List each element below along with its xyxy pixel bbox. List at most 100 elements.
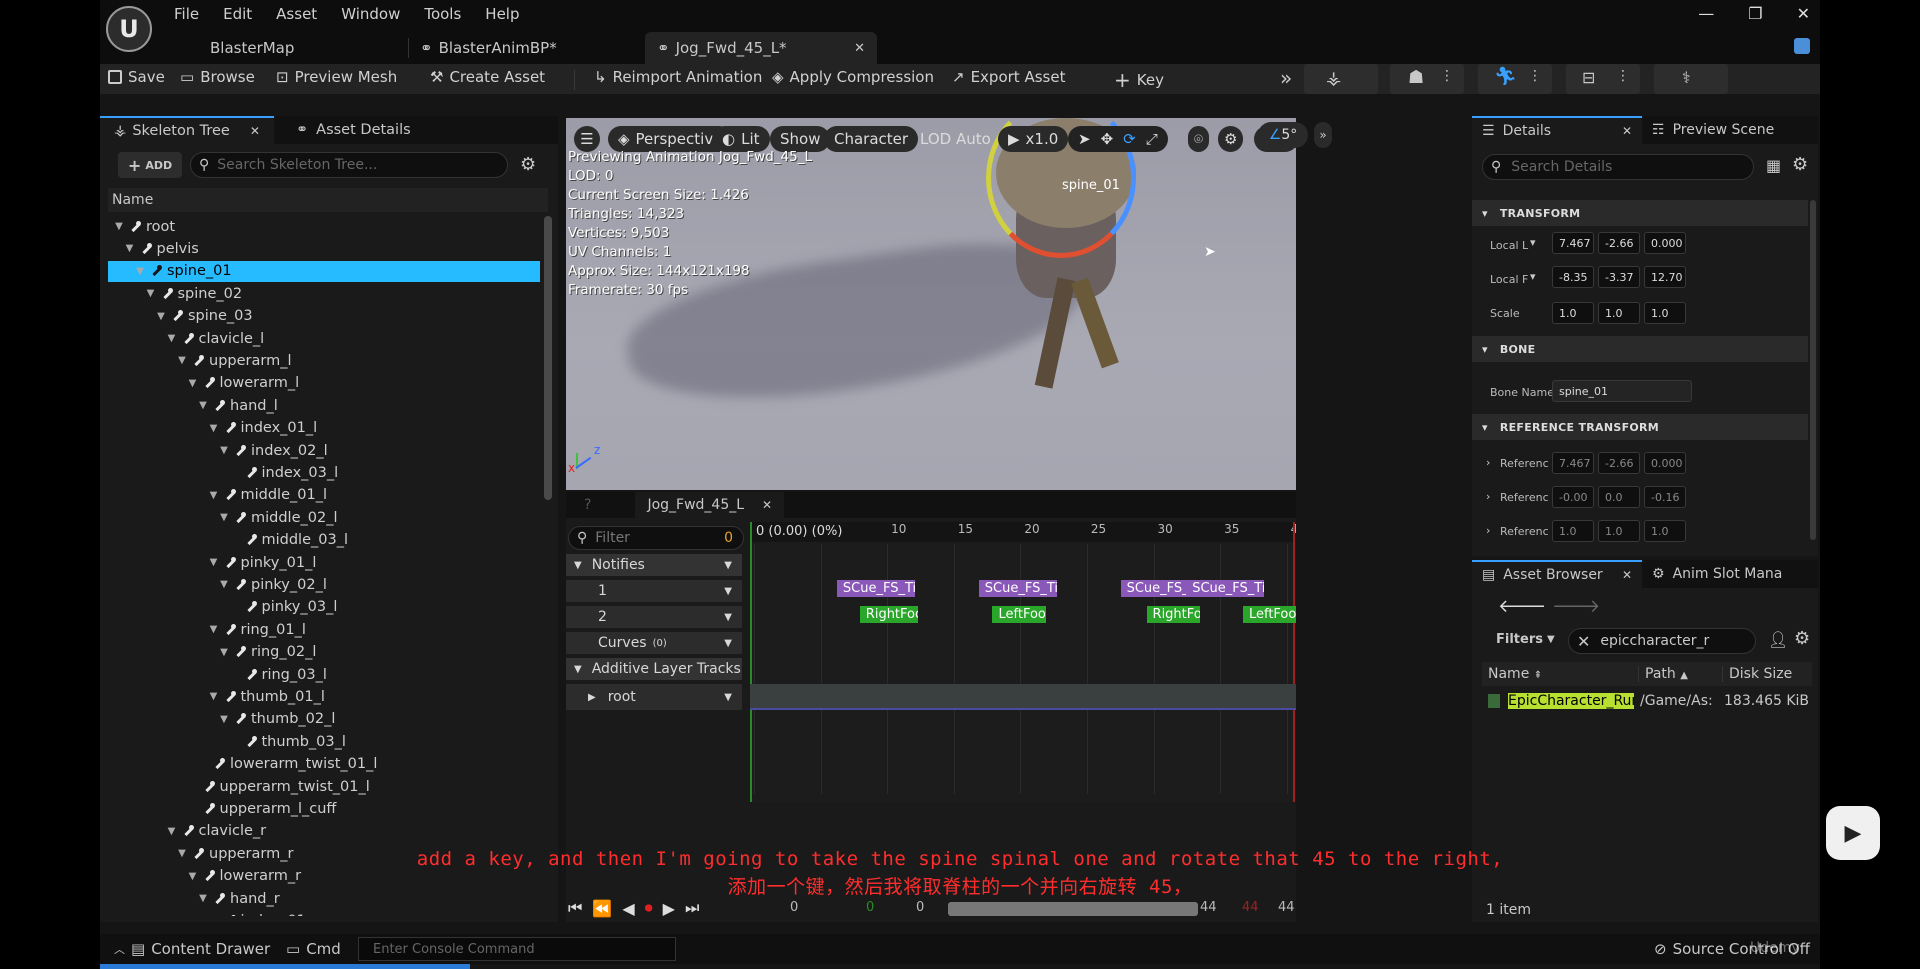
total-frames[interactable]: 44 xyxy=(1278,900,1295,915)
reimport-animation-button[interactable]: ↳ Reimport Animation xyxy=(594,68,762,86)
footstep-notify[interactable]: RightFoo xyxy=(1146,606,1200,623)
minimize-icon[interactable]: — xyxy=(1698,4,1714,23)
expand-toggle-icon[interactable]: ▼ xyxy=(217,714,231,725)
expand-icon[interactable]: › xyxy=(1486,524,1490,537)
scale-x-field[interactable]: 1.0 xyxy=(1552,302,1594,324)
expand-toggle-icon[interactable]: ▼ xyxy=(186,378,200,389)
asset-search-field[interactable]: ✕ epiccharacter_r xyxy=(1568,628,1756,654)
cmd-button[interactable]: ▭ Cmd xyxy=(286,940,341,958)
skeleton-mode-button[interactable]: ⚶ xyxy=(1304,64,1378,94)
expand-toggle-icon[interactable]: ▼ xyxy=(217,647,231,658)
expand-toggle-icon[interactable]: ▼ xyxy=(154,311,168,322)
tab-jog-fwd-45-l[interactable]: ⚭ Jog_Fwd_45_L* ✕ xyxy=(645,32,877,64)
tree-scrollbar[interactable] xyxy=(544,216,552,500)
content-drawer-button[interactable]: ︿ ▤ Content Drawer xyxy=(114,940,270,958)
expand-toggle-icon[interactable]: ▼ xyxy=(207,490,221,501)
notify-track-2[interactable]: 2 ▼ xyxy=(566,606,742,628)
scale-icon[interactable]: ⤢ xyxy=(1146,130,1158,148)
expand-icon[interactable]: › xyxy=(1486,456,1490,469)
sound-notify[interactable]: SCue_FS_Tile xyxy=(978,580,1057,597)
details-scrollbar[interactable] xyxy=(1810,200,1816,540)
root-track[interactable]: ▶ root ▼ xyxy=(566,684,742,710)
location-dropdown-icon[interactable]: ▾ xyxy=(1530,236,1536,249)
expand-toggle-icon[interactable]: ▼ xyxy=(123,243,137,254)
asset-row[interactable]: EpicCharacter_Run /Game/As: 183.465 KiB xyxy=(1482,690,1812,712)
playback-start-frame[interactable]: 0 xyxy=(866,900,874,915)
translate-icon[interactable]: ✥ xyxy=(1101,130,1114,148)
scale-z-field[interactable]: 1.0 xyxy=(1644,302,1686,324)
rotate-icon[interactable]: ⟳ xyxy=(1123,130,1136,148)
bone-row-middle-01-l[interactable]: ▼ middle_01_l xyxy=(108,485,540,506)
footstep-notify[interactable]: LeftFoo xyxy=(992,606,1046,623)
menu-item-window[interactable]: Window xyxy=(329,5,412,23)
tab-blaster-anim-bp[interactable]: ⚭ BlasterAnimBP* xyxy=(420,32,620,64)
animation-mode-button[interactable]: 🏃︎ ⋮ xyxy=(1478,64,1552,94)
transform-section-header[interactable]: ▾ TRANSFORM xyxy=(1472,200,1808,226)
disk-size-column-header[interactable]: Disk Size xyxy=(1722,666,1812,682)
view-end-frame[interactable]: 44 xyxy=(1200,900,1217,915)
menu-item-tools[interactable]: Tools xyxy=(412,5,473,23)
source-control-status-icon[interactable] xyxy=(1794,38,1810,54)
skip-to-end-icon[interactable]: ⏭ xyxy=(685,898,699,918)
bone-row-ring-01-l[interactable]: ▼ ring_01_l xyxy=(108,619,540,640)
current-frame[interactable]: 0 xyxy=(916,900,924,915)
clear-search-icon[interactable]: ✕ xyxy=(1577,632,1590,651)
rotation-z-field[interactable]: 12.70 xyxy=(1644,266,1686,288)
location-x-field[interactable]: 7.467 xyxy=(1552,232,1594,254)
bone-row-thumb-02-l[interactable]: ▼ thumb_02_l xyxy=(108,709,540,730)
menu-item-asset[interactable]: Asset xyxy=(264,5,329,23)
sound-notify[interactable]: SCue_FS_Tile xyxy=(1186,580,1265,597)
physics-mode-button[interactable]: ⚕ xyxy=(1654,64,1728,94)
unreal-logo-icon[interactable]: U xyxy=(106,6,152,52)
record-icon[interactable]: ⏺ xyxy=(645,898,653,918)
notify-track-1[interactable]: 1 ▼ xyxy=(566,580,742,602)
search-details-field[interactable]: ⚲ Search Details xyxy=(1482,154,1754,180)
menu-item-edit[interactable]: Edit xyxy=(211,5,264,23)
expand-toggle-icon[interactable]: ▼ xyxy=(207,423,221,434)
help-icon[interactable]: ? xyxy=(584,497,591,513)
close-tab-icon[interactable]: ✕ xyxy=(762,498,772,512)
playback-speed-button[interactable]: ▶ x1.0 xyxy=(998,126,1069,152)
back-arrow-icon[interactable]: 🡐 xyxy=(1498,596,1546,617)
expand-toggle-icon[interactable]: ▼ xyxy=(112,221,126,232)
angle-snap-button[interactable]: ∠ 5° xyxy=(1258,122,1308,148)
more-tools-chevron-icon[interactable]: » xyxy=(1280,66,1292,90)
bone-row-thumb-03-l[interactable]: thumb_03_l xyxy=(108,731,540,752)
mesh-mode-button[interactable]: ☗ ⋮ xyxy=(1390,64,1464,94)
character-button[interactable]: Character xyxy=(824,126,919,152)
view-start-frame[interactable]: 0 xyxy=(790,900,798,915)
playback-end-frame[interactable]: 44 xyxy=(1242,900,1259,915)
select-icon[interactable]: ➤ xyxy=(1078,130,1091,148)
bone-row-lowerarm-l[interactable]: ▼ lowerarm_l xyxy=(108,373,540,394)
bone-row-spine-01[interactable]: ▼ spine_01 xyxy=(108,260,540,282)
create-asset-button[interactable]: ⚒ Create Asset xyxy=(430,68,545,86)
dropdown-icon[interactable]: ▼ xyxy=(724,692,732,703)
viewport-overflow-chevron-icon[interactable]: » xyxy=(1314,122,1332,148)
close-tab-icon[interactable]: ✕ xyxy=(1622,568,1632,582)
bone-row-pinky-03-l[interactable]: pinky_03_l xyxy=(108,597,540,618)
expand-toggle-icon[interactable]: ▼ xyxy=(165,826,179,837)
reference-transform-header[interactable]: ▾ REFERENCE TRANSFORM xyxy=(1472,414,1808,440)
timeline-tracks-area[interactable]: 510152025303540 0 (0.00) (0%) SCue_FS_Ti… xyxy=(750,522,1296,802)
name-column-header[interactable]: Name ⇞ xyxy=(1482,666,1638,682)
table-view-icon[interactable]: ▦ xyxy=(1766,156,1781,175)
playhead-start[interactable] xyxy=(750,522,752,802)
rotation-y-field[interactable]: -3.37 xyxy=(1598,266,1640,288)
rotation-dropdown-icon[interactable]: ▾ xyxy=(1530,270,1536,283)
bone-row-ring-02-l[interactable]: ▼ ring_02_l xyxy=(108,642,540,663)
expand-toggle-icon[interactable]: ▼ xyxy=(165,333,179,344)
save-button[interactable]: Save xyxy=(108,68,165,86)
expand-toggle-icon[interactable]: ▼ xyxy=(133,266,147,277)
play-forward-icon[interactable]: ▶ xyxy=(663,899,675,918)
close-tab-icon[interactable]: ✕ xyxy=(250,124,260,138)
expand-toggle-icon[interactable]: ▼ xyxy=(144,288,158,299)
bone-row-index-01-l[interactable]: ▼ index_01_l xyxy=(108,418,540,439)
bone-row-clavicle-l[interactable]: ▼ clavicle_l xyxy=(108,328,540,349)
dropdown-icon[interactable]: ▼ xyxy=(724,586,732,597)
lod-button[interactable]: LOD Auto xyxy=(910,126,1001,152)
close-tab-icon[interactable]: ✕ xyxy=(1622,124,1632,138)
blueprint-mode-button[interactable]: ⊟ ⋮ xyxy=(1566,64,1640,94)
forward-arrow-icon[interactable]: 🡒 xyxy=(1552,596,1600,617)
previous-frame-icon[interactable]: ⏪ xyxy=(592,899,612,918)
bone-row-upperarm-l-cuff[interactable]: upperarm_l_cuff xyxy=(108,798,540,819)
